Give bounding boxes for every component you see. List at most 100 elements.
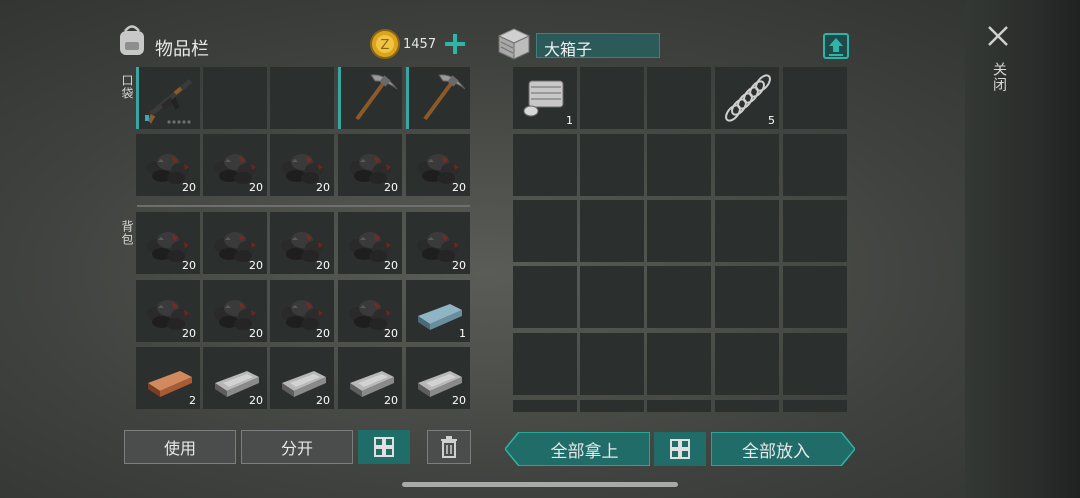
inventory-slot[interactable] <box>647 134 711 196</box>
inventory-slot[interactable] <box>715 333 779 395</box>
inventory-slot[interactable] <box>783 266 847 328</box>
inventory-slot[interactable]: 20 <box>406 347 470 409</box>
item-count: 20 <box>452 181 466 194</box>
item-count: 20 <box>249 259 263 272</box>
item-count: 20 <box>316 394 330 407</box>
inventory-slot[interactable] <box>715 400 779 412</box>
close-icon[interactable] <box>986 24 1010 48</box>
backpack-icon <box>120 25 144 55</box>
take-all-button[interactable]: 全部拿上 <box>505 432 650 466</box>
split-button[interactable]: 分开 <box>241 430 353 464</box>
pocket-label: 口袋 <box>120 74 134 100</box>
ak-rifle-icon <box>139 67 203 129</box>
inventory-slot[interactable] <box>580 400 644 412</box>
inventory-slot[interactable] <box>580 200 644 262</box>
inventory-slot[interactable]: 20 <box>270 212 334 274</box>
item-count: 20 <box>316 327 330 340</box>
inventory-slot[interactable] <box>406 67 470 129</box>
item-count: 20 <box>182 259 196 272</box>
inventory-slot[interactable]: 20 <box>338 280 402 342</box>
item-count: 20 <box>452 394 466 407</box>
inventory-slot[interactable] <box>783 400 847 412</box>
inventory-slot[interactable] <box>513 333 577 395</box>
inventory-slot[interactable] <box>647 67 711 129</box>
grid-sort-icon <box>374 437 394 457</box>
side-strip <box>965 0 1080 498</box>
item-count: 1 <box>566 114 573 127</box>
inventory-slot[interactable]: 20 <box>270 280 334 342</box>
inventory-slot[interactable] <box>647 333 711 395</box>
inventory-slot[interactable] <box>513 400 577 412</box>
inventory-slot[interactable] <box>715 200 779 262</box>
inventory-slot[interactable] <box>783 134 847 196</box>
inventory-slot[interactable] <box>513 266 577 328</box>
inventory-slot[interactable]: 2 <box>136 347 200 409</box>
inventory-slot[interactable] <box>513 200 577 262</box>
inventory-slot[interactable]: 20 <box>136 212 200 274</box>
inventory-slot[interactable]: 20 <box>338 347 402 409</box>
trash-icon <box>441 436 457 458</box>
inventory-slot[interactable] <box>580 67 644 129</box>
inventory-slot[interactable] <box>647 200 711 262</box>
inventory-slot[interactable] <box>715 266 779 328</box>
inventory-slot[interactable]: 20 <box>338 212 402 274</box>
sort-chest-button[interactable] <box>654 432 706 466</box>
inventory-slot[interactable]: 20 <box>203 347 267 409</box>
home-indicator <box>402 482 678 487</box>
inventory-slot[interactable]: 20 <box>406 134 470 196</box>
item-count: 1 <box>459 327 466 340</box>
inventory-slot[interactable] <box>580 134 644 196</box>
close-label[interactable]: 关闭 <box>989 62 1009 92</box>
inventory-slot[interactable] <box>513 134 577 196</box>
item-count: 20 <box>452 259 466 272</box>
use-button[interactable]: 使用 <box>124 430 236 464</box>
chest-icon <box>497 28 531 60</box>
inventory-slot[interactable] <box>647 266 711 328</box>
svg-text:Z: Z <box>381 38 390 53</box>
take-all-label: 全部拿上 <box>550 441 619 462</box>
inventory-slot[interactable] <box>580 266 644 328</box>
inventory-slot[interactable]: 20 <box>338 134 402 196</box>
inventory-slot[interactable] <box>715 134 779 196</box>
put-all-button[interactable]: 全部放入 <box>711 432 855 466</box>
coin-icon: Z <box>370 29 400 59</box>
put-all-label: 全部放入 <box>742 441 810 462</box>
inventory-slot[interactable] <box>136 67 200 129</box>
inventory-slot[interactable]: 1 <box>406 280 470 342</box>
add-coins-icon[interactable] <box>444 33 466 55</box>
grid-sort-icon <box>670 439 690 459</box>
item-count: 2 <box>189 394 196 407</box>
item-count: 20 <box>249 181 263 194</box>
chest-name-field[interactable]: 大箱子 <box>536 33 660 59</box>
coin-count: 1457 <box>403 37 437 52</box>
item-count: 20 <box>384 181 398 194</box>
inventory-slot[interactable]: 20 <box>406 212 470 274</box>
inventory-slot[interactable] <box>580 333 644 395</box>
inventory-slot[interactable] <box>783 67 847 129</box>
inventory-slot[interactable]: 20 <box>203 280 267 342</box>
inventory-slot[interactable]: 20 <box>136 280 200 342</box>
sort-inventory-button[interactable] <box>358 430 410 464</box>
item-count: 20 <box>182 181 196 194</box>
inventory-slot[interactable] <box>647 400 711 412</box>
inventory-slot[interactable]: 20 <box>136 134 200 196</box>
inventory-slot[interactable] <box>270 67 334 129</box>
sort-upload-icon[interactable] <box>822 32 850 60</box>
pickaxe-icon <box>341 67 405 129</box>
item-count: 20 <box>249 394 263 407</box>
item-count: 20 <box>384 327 398 340</box>
item-count: 20 <box>249 327 263 340</box>
item-count: 5 <box>768 114 775 127</box>
inventory-slot[interactable]: 20 <box>270 134 334 196</box>
inventory-slot[interactable]: 20 <box>270 347 334 409</box>
inventory-slot[interactable]: 5 <box>715 67 779 129</box>
trash-button[interactable] <box>427 430 471 464</box>
inventory-slot[interactable] <box>783 333 847 395</box>
inventory-slot[interactable]: 1 <box>513 67 577 129</box>
inventory-slot[interactable]: 20 <box>203 212 267 274</box>
inventory-slot[interactable]: 20 <box>203 134 267 196</box>
inventory-slot[interactable] <box>783 200 847 262</box>
inventory-slot[interactable] <box>338 67 402 129</box>
inventory-slot[interactable] <box>203 67 267 129</box>
section-divider <box>137 205 470 207</box>
